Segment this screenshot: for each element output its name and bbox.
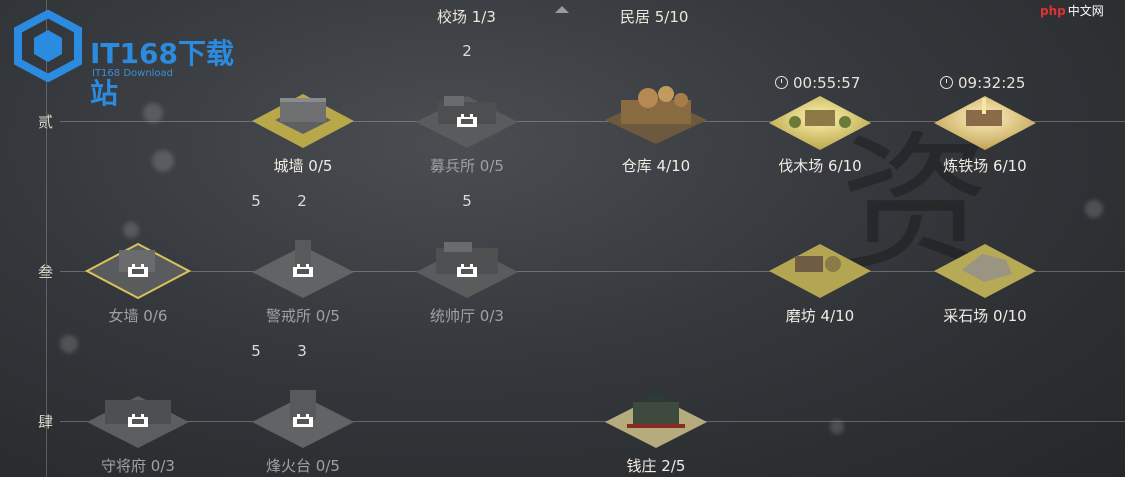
requirement-badge: 5 xyxy=(251,342,261,360)
watch-post-label: 警戒所 0/5 xyxy=(266,307,340,325)
bokeh-dot xyxy=(830,420,844,434)
building-barracks[interactable] xyxy=(414,90,520,152)
ironworks-label: 炼铁场 6/10 xyxy=(943,157,1027,175)
lock-icon xyxy=(457,114,477,127)
lumber-tile-icon xyxy=(769,96,871,150)
city-wall-label: 城墙 0/5 xyxy=(273,157,333,175)
tier-label-2: 贰 xyxy=(38,113,54,131)
general-mansion-label: 守将府 0/3 xyxy=(101,457,175,475)
bokeh-dot xyxy=(152,150,174,172)
it168-logo-subtext: IT168 Download xyxy=(92,68,174,79)
bokeh-dot xyxy=(1085,200,1103,218)
mill-tile-icon xyxy=(769,244,871,298)
warehouse-label: 仓库 4/10 xyxy=(621,157,691,175)
command-hall-label: 统帅厅 0/3 xyxy=(430,307,504,325)
lock-icon xyxy=(293,264,313,277)
lock-icon xyxy=(128,264,148,277)
building-quarry[interactable] xyxy=(932,240,1038,302)
requirement-badge: 2 xyxy=(462,42,472,60)
lumber-yard-label: 伐木场 6/10 xyxy=(778,157,862,175)
building-mill[interactable] xyxy=(767,240,873,302)
lock-icon xyxy=(457,264,477,277)
building-warehouse[interactable] xyxy=(603,82,709,144)
scroll-up-icon[interactable] xyxy=(555,6,569,13)
lumber-upgrade-timer: 00:55:57 xyxy=(775,74,860,92)
bank-tile-icon xyxy=(605,390,707,448)
building-bank[interactable] xyxy=(603,388,709,450)
bokeh-dot xyxy=(60,335,78,353)
building-command-hall[interactable] xyxy=(414,240,520,302)
building-ironworks[interactable] xyxy=(932,92,1038,154)
lock-icon xyxy=(128,414,148,427)
php-logo-text: php xyxy=(1040,4,1066,18)
quarry-label: 采石场 0/10 xyxy=(943,307,1027,325)
building-city-wall[interactable] xyxy=(250,90,356,152)
warehouse-tile-icon xyxy=(605,86,707,144)
php-site-text: 中文网 xyxy=(1067,4,1104,18)
building-parapet[interactable] xyxy=(85,240,191,302)
quarry-tile-icon xyxy=(934,244,1036,298)
tier-line-4 xyxy=(60,421,1125,422)
barracks-label: 募兵所 0/5 xyxy=(430,157,504,175)
iron-tile-icon xyxy=(934,96,1036,150)
parapet-label: 女墙 0/6 xyxy=(108,307,168,325)
building-watch-post[interactable] xyxy=(250,240,356,302)
wall-tile-icon xyxy=(252,94,354,148)
building-beacon-tower[interactable] xyxy=(250,390,356,452)
it168-logo-icon xyxy=(14,9,82,83)
bank-label: 钱庄 2/5 xyxy=(626,457,686,475)
requirement-badge: 2 xyxy=(297,192,307,210)
php-watermark: php 中文网 xyxy=(1040,2,1104,19)
tier-label-3: 叁 xyxy=(38,263,54,281)
lock-icon xyxy=(293,414,313,427)
jiaochang-count[interactable]: 校场 1/3 xyxy=(437,6,496,27)
requirement-badge: 5 xyxy=(251,192,261,210)
building-general-mansion[interactable] xyxy=(85,390,191,452)
beacon-tower-label: 烽火台 0/5 xyxy=(266,457,340,475)
clock-icon xyxy=(775,76,788,89)
clock-icon xyxy=(940,76,953,89)
building-lumber-yard[interactable] xyxy=(767,92,873,154)
tier-label-4: 肆 xyxy=(38,413,54,431)
iron-upgrade-timer: 09:32:25 xyxy=(940,74,1025,92)
mill-label: 磨坊 4/10 xyxy=(785,307,855,325)
minju-count[interactable]: 民居 5/10 xyxy=(620,6,688,27)
it168-watermark: IT168下载站 IT168 Download xyxy=(12,9,252,110)
requirement-badge: 3 xyxy=(297,342,307,360)
requirement-badge: 5 xyxy=(462,192,472,210)
bokeh-dot xyxy=(123,222,139,238)
